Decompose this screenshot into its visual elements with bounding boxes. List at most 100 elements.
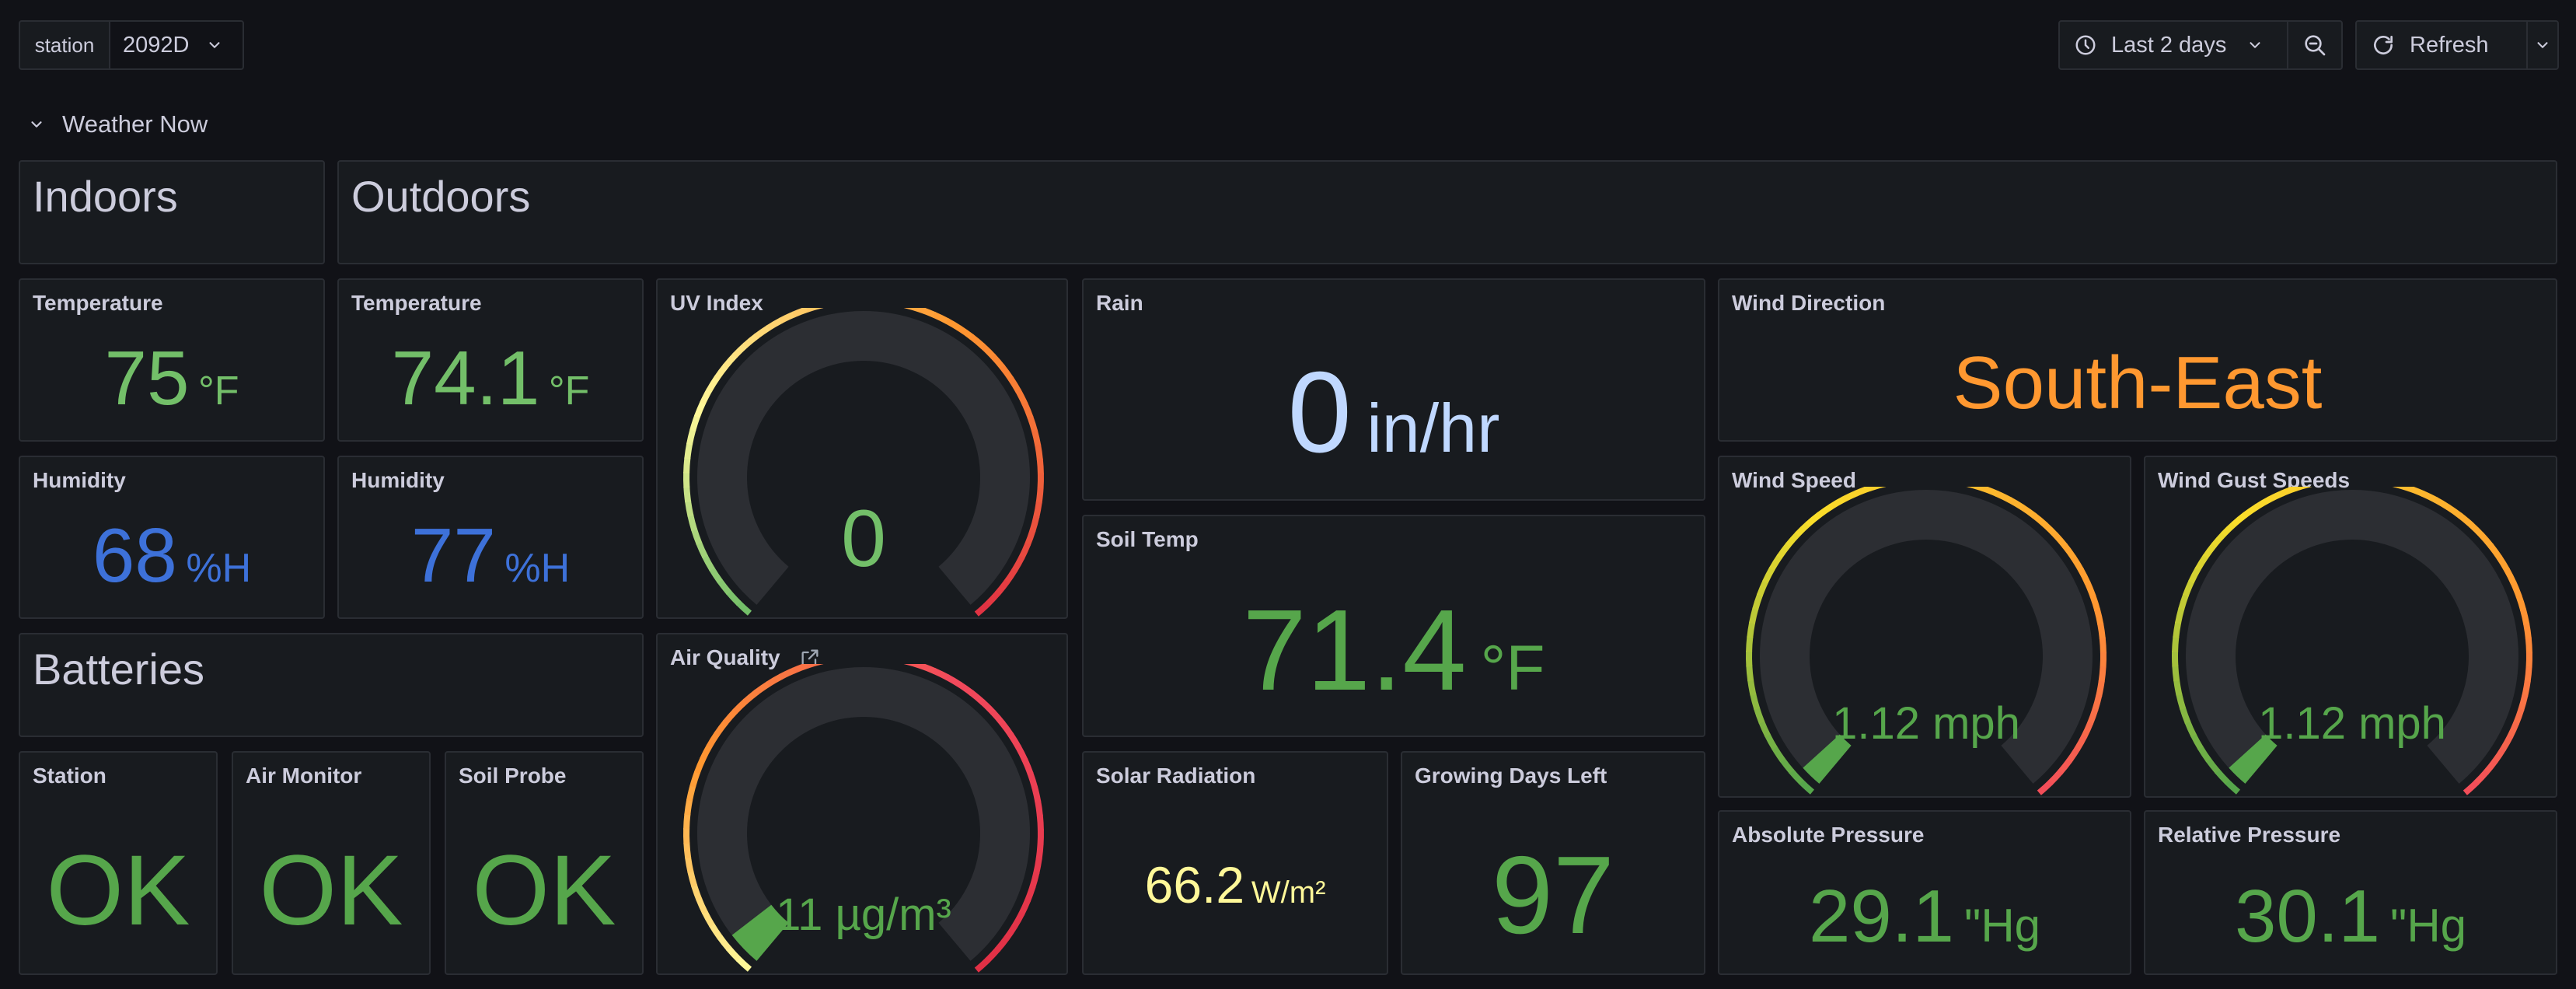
gauge-threshold-segment: [1768, 554, 1783, 571]
gauge-threshold-segment: [2180, 707, 2191, 724]
gauge-threshold-segment: [684, 442, 693, 460]
gauge-threshold-segment: [985, 946, 1000, 963]
gauge-threshold-segment: [2205, 757, 2221, 774]
gauge-threshold-segment: [754, 324, 771, 339]
gauge-threshold-segment: [2434, 497, 2451, 511]
refresh-interval-dropdown[interactable]: [2526, 20, 2559, 70]
gauge-threshold-segment: [696, 897, 708, 915]
gauge-threshold-segment: [1007, 376, 1022, 393]
indoor-humidity-value: 68 %H: [92, 512, 252, 598]
uv-index-panel[interactable]: UV Index 0: [656, 278, 1068, 619]
indoor-temperature-panel[interactable]: Temperature 75 °F: [19, 278, 325, 442]
outdoor-temperature-panel[interactable]: Temperature 74.1 °F: [337, 278, 644, 442]
gauge-threshold-segment: [735, 600, 752, 616]
gauge-threshold-segment: [2267, 490, 2285, 503]
absolute-pressure-value: 29.1 "Hg: [1808, 875, 2041, 958]
absolute-pressure-panel[interactable]: Absolute Pressure 29.1 "Hg: [1718, 810, 2131, 975]
panel-title: Humidity: [33, 468, 126, 492]
gauge-threshold-segment: [1015, 389, 1028, 406]
outdoor-temperature-value: 74.1 °F: [391, 335, 590, 421]
row-header-weather-now[interactable]: Weather Now: [28, 107, 208, 142]
gauge-threshold-segment: [683, 842, 692, 859]
gauge-threshold-segment: [717, 578, 732, 596]
gauge-threshold-segment: [1004, 924, 1018, 941]
indoor-humidity-panel[interactable]: Humidity 68 %H: [19, 456, 325, 619]
gauge-threshold-segment: [693, 757, 707, 774]
outdoor-humidity-panel[interactable]: Humidity 77 %H: [337, 456, 644, 619]
gauge-threshold-segment: [700, 387, 713, 405]
gauge-threshold-segment: [683, 457, 691, 474]
gauge-threshold-segment: [1027, 415, 1038, 433]
battery-soil-probe-panel[interactable]: Soil Probe OK: [445, 751, 644, 975]
gauge-threshold-segment: [684, 799, 693, 816]
chevron-down-icon: [2537, 42, 2548, 48]
gauge-threshold-segment: [701, 554, 715, 571]
solar-radiation-panel[interactable]: Solar Radiation 66.2 W/m²: [1082, 751, 1388, 975]
gauge-threshold-segment: [1007, 732, 1022, 750]
gauge-threshold-segment: [1024, 885, 1036, 903]
gauge-threshold-segment: [999, 365, 1014, 382]
zoom-out-button[interactable]: [2287, 20, 2343, 70]
battery-station-panel[interactable]: Station OK: [19, 751, 218, 975]
gauge-threshold-segment: [685, 500, 694, 517]
gauge-threshold-segment: [2281, 487, 2298, 497]
gauge-value-fill: [731, 904, 790, 961]
gauge-threshold-segment: [2182, 579, 2195, 597]
refresh-button[interactable]: Refresh: [2355, 20, 2528, 70]
time-range-picker[interactable]: Last 2 days: [2058, 20, 2288, 70]
gauge-threshold-segment: [687, 870, 698, 888]
gauge-threshold-segment: [2421, 490, 2438, 503]
gauge-threshold-segment: [1758, 720, 1771, 738]
gauge-threshold-segment: [685, 856, 694, 873]
gauge-threshold-segment: [1011, 555, 1025, 573]
wind-gust-panel[interactable]: Wind Gust Speeds 1.12 mph: [2144, 456, 2557, 798]
relative-pressure-panel[interactable]: Relative Pressure 30.1 "Hg: [2144, 810, 2557, 975]
gauge-threshold-segment: [919, 664, 937, 674]
gauge-threshold-segment: [932, 667, 950, 680]
gauge-threshold-segment: [696, 541, 708, 559]
gauge-threshold-segment: [1752, 593, 1764, 610]
gauge-threshold-segment: [2202, 542, 2218, 559]
panel-title: Solar Radiation: [1096, 764, 1256, 788]
gauge-threshold-segment: [2483, 758, 2498, 775]
chevron-down-icon: [31, 121, 42, 128]
station-select[interactable]: 2092D: [109, 20, 244, 70]
gauge-threshold-segment: [1029, 515, 1040, 533]
gauge-threshold-segment: [1805, 512, 1822, 527]
wind-speed-panel[interactable]: Wind Speed 1.12 mph: [1718, 456, 2131, 798]
gauge-threshold-segment: [806, 308, 823, 313]
growing-days-panel[interactable]: Growing Days Left 97: [1401, 751, 1705, 975]
gauge-threshold-segment: [2473, 769, 2489, 786]
gauge-threshold-segment: [1968, 487, 1985, 492]
gauge-threshold-segment: [1747, 679, 1757, 696]
gauge-threshold-segment: [2487, 543, 2503, 561]
gauge-threshold-segment: [1750, 693, 1761, 711]
air-quality-gauge-value: 11 µg/m³: [776, 889, 951, 940]
gauge-threshold-segment: [732, 698, 749, 715]
gauge-threshold-segment: [722, 708, 738, 725]
gauge-threshold-segment: [2047, 769, 2063, 786]
gauge-threshold-segment: [994, 579, 1010, 596]
wind-direction-panel[interactable]: Wind Direction South-East: [1718, 278, 2557, 442]
gauge-threshold-segment: [1035, 800, 1043, 817]
gauge-threshold-segment: [2081, 721, 2094, 739]
gauge-threshold-segment: [979, 343, 996, 359]
gauge-threshold-segment: [2098, 666, 2107, 683]
air-quality-panel[interactable]: Air Quality 11 µg/m³: [656, 633, 1068, 975]
gauge-threshold-segment: [906, 664, 923, 669]
gauge-threshold-segment: [2231, 512, 2248, 527]
rain-panel[interactable]: Rain 0 in/hr: [1082, 278, 1705, 501]
gauge-threshold-segment: [1981, 487, 1999, 497]
gauge-threshold-segment: [1785, 531, 1801, 548]
battery-air-monitor-panel[interactable]: Air Monitor OK: [232, 751, 431, 975]
gauge-threshold-segment: [766, 317, 784, 331]
gauge-threshold-segment: [2061, 543, 2077, 561]
gauge-threshold-segment: [2221, 521, 2237, 537]
gauge-threshold-segment: [2478, 532, 2494, 549]
gauge-threshold-segment: [1855, 487, 1872, 497]
gauge-value-fill: [1803, 734, 1852, 784]
gauge-threshold-segment: [990, 353, 1006, 370]
gauge-threshold-segment: [2500, 734, 2514, 752]
panel-title: Soil Temp: [1096, 527, 1199, 551]
soil-temp-panel[interactable]: Soil Temp 71.4 °F: [1082, 515, 1705, 737]
